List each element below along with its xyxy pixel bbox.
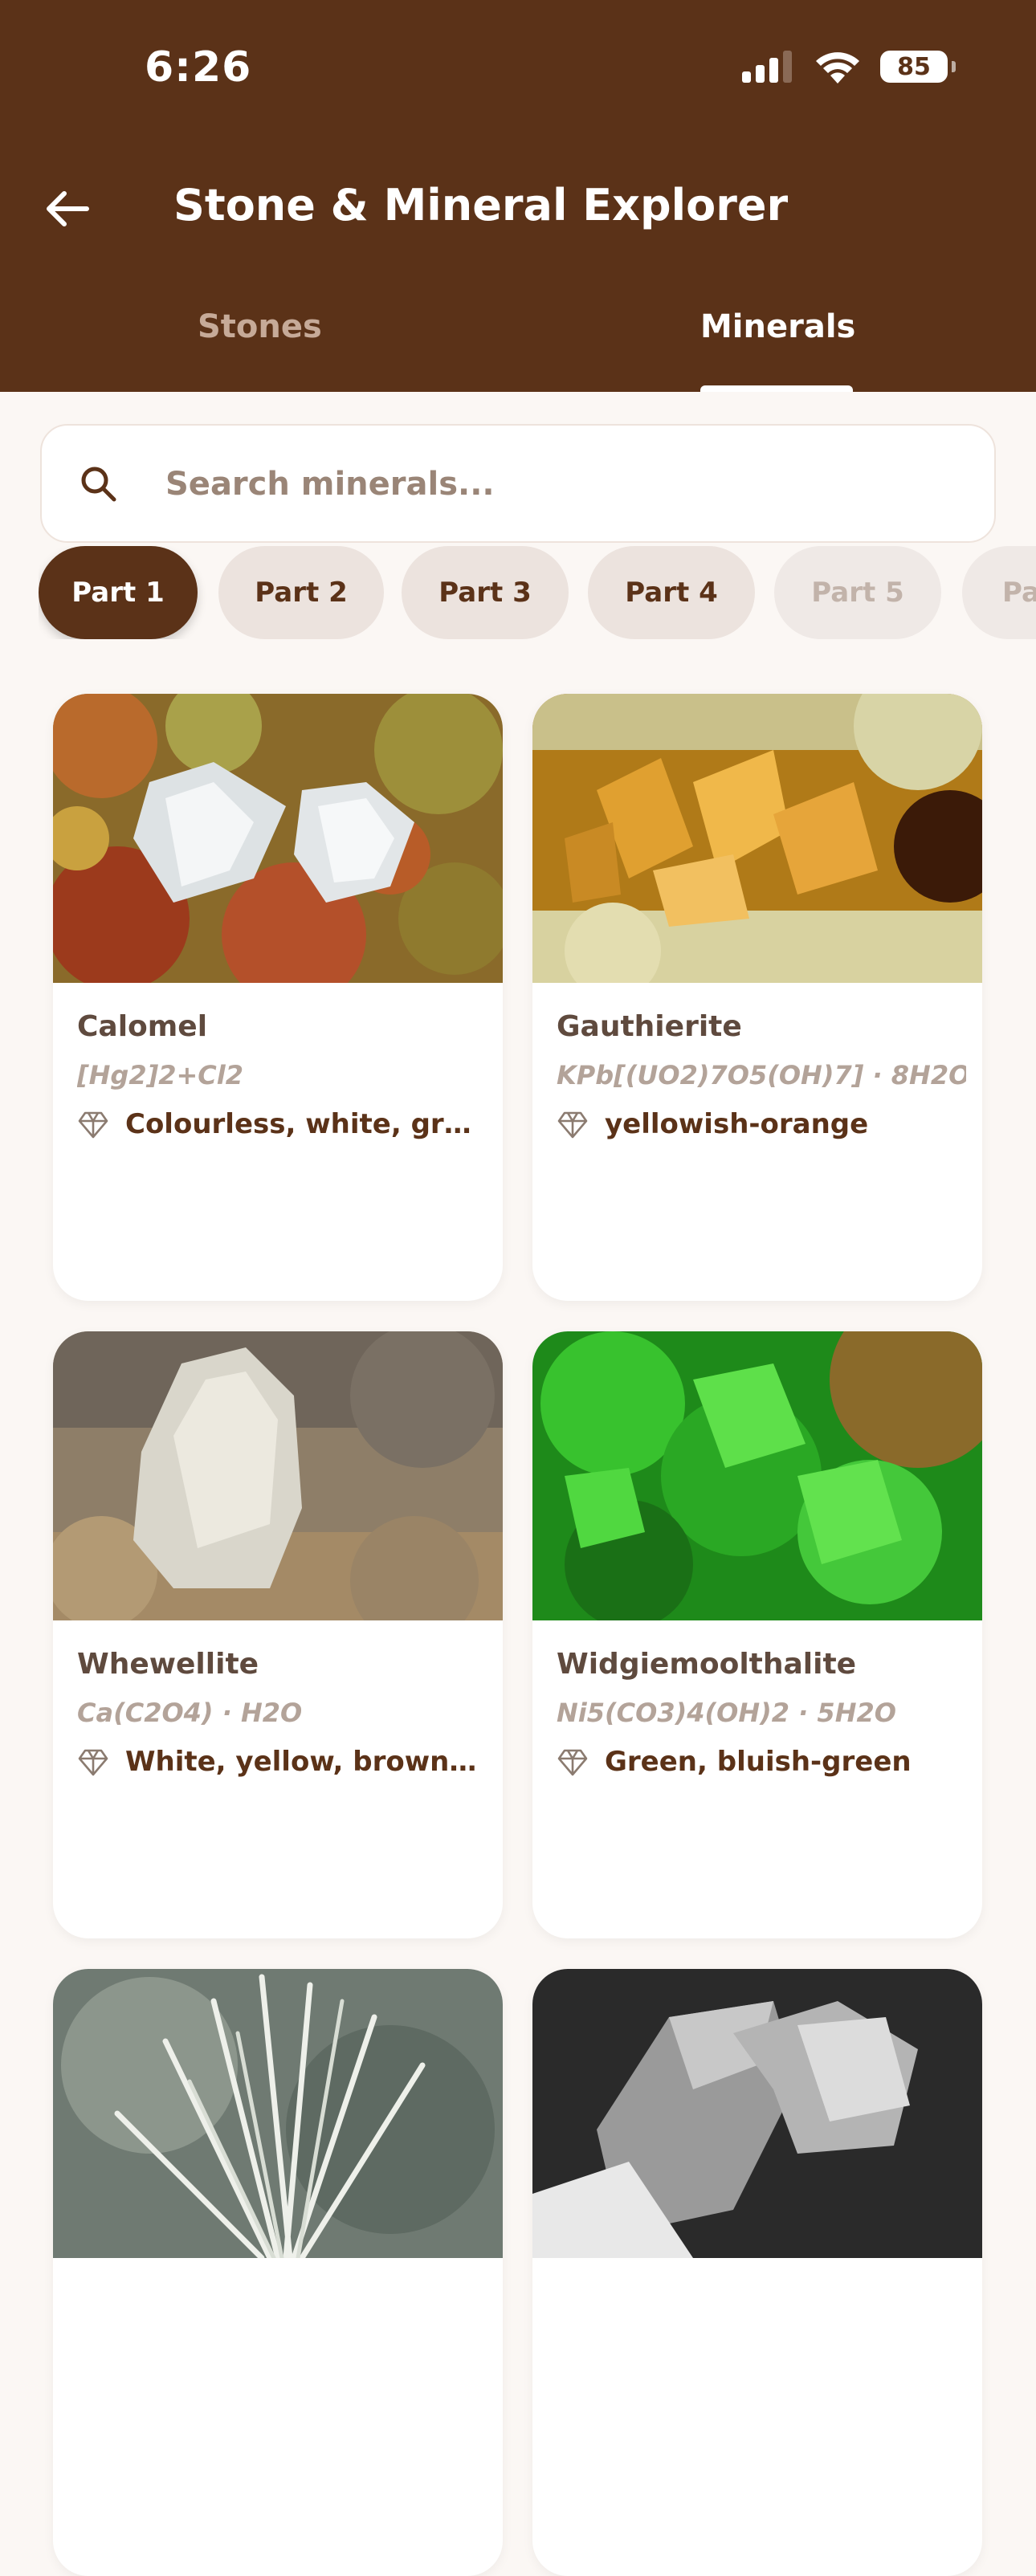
mineral-color: Green, bluish-green: [605, 1746, 912, 1778]
mineral-card-5[interactable]: [53, 1969, 503, 2576]
mineral-name: Widgiemoolthalite: [557, 1648, 857, 1681]
mineral-color-row: White, yellow, brown, c...: [77, 1746, 487, 1778]
wifi-icon: [816, 52, 859, 84]
part-filter-chips: Part 1 Part 2 Part 3 Part 4 Part 5 Pa: [39, 546, 1036, 639]
mineral-image-6: [532, 1969, 982, 2258]
gem-icon: [78, 1111, 108, 1139]
chip-part-1[interactable]: Part 1: [39, 546, 198, 639]
back-arrow-icon[interactable]: [42, 183, 93, 234]
chip-part-5[interactable]: Part 5: [774, 546, 941, 639]
mineral-name: Calomel: [77, 1010, 208, 1043]
mineral-color: Colourless, white, grayi...: [125, 1108, 487, 1140]
status-time: 6:26: [145, 43, 252, 92]
mineral-formula: Ni5(CO3)4(OH)2 · 5H2O: [557, 1698, 896, 1728]
tab-minerals[interactable]: Minerals: [700, 308, 855, 345]
mineral-card-whewellite[interactable]: Whewellite Ca(C2O4) · H2O White, yellow,…: [53, 1331, 503, 1938]
chip-part-4[interactable]: Part 4: [588, 546, 755, 639]
status-icons: 85: [742, 50, 956, 84]
app-header: 6:26 85 Stone & Mineral Explorer Stones …: [0, 0, 1036, 392]
mineral-image-widgiemoolthalite: [532, 1331, 982, 1620]
search-bar[interactable]: [40, 424, 996, 543]
mineral-image-gauthierite: [532, 694, 982, 983]
mineral-image-5: [53, 1969, 503, 2258]
mineral-image-calomel: [53, 694, 503, 983]
mineral-card-6[interactable]: [532, 1969, 982, 2576]
mineral-formula: KPb[(UO2)7O5(OH)7] · 8H2O: [557, 1060, 966, 1090]
battery-indicator: 85: [880, 51, 956, 83]
mineral-formula: [Hg2]2+Cl2: [77, 1060, 243, 1090]
mineral-image-whewellite: [53, 1331, 503, 1620]
chip-part-2[interactable]: Part 2: [218, 546, 384, 639]
mineral-formula: Ca(C2O4) · H2O: [77, 1698, 303, 1728]
mineral-color: yellowish-orange: [605, 1108, 869, 1140]
page-title: Stone & Mineral Explorer: [173, 180, 789, 230]
tab-stones[interactable]: Stones: [198, 308, 322, 345]
mineral-color: White, yellow, brown, c...: [125, 1746, 487, 1778]
mineral-name: Gauthierite: [557, 1010, 742, 1043]
active-tab-indicator: [700, 385, 853, 392]
search-input[interactable]: [164, 426, 970, 543]
mineral-card-calomel[interactable]: Calomel [Hg2]2+Cl2 Colourless, white, gr…: [53, 694, 503, 1301]
gem-icon: [557, 1749, 588, 1776]
mineral-color-row: yellowish-orange: [557, 1108, 966, 1140]
gem-icon: [557, 1111, 588, 1139]
mineral-color-row: Colourless, white, grayi...: [77, 1108, 487, 1140]
mineral-card-widgiemoolthalite[interactable]: Widgiemoolthalite Ni5(CO3)4(OH)2 · 5H2O …: [532, 1331, 982, 1938]
mineral-name: Whewellite: [77, 1648, 259, 1681]
gem-icon: [78, 1749, 108, 1776]
chip-part-3[interactable]: Part 3: [402, 546, 569, 639]
mineral-color-row: Green, bluish-green: [557, 1746, 966, 1778]
signal-icon: [742, 51, 792, 83]
chip-part-6[interactable]: Pa: [962, 546, 1036, 639]
mineral-card-gauthierite[interactable]: Gauthierite KPb[(UO2)7O5(OH)7] · 8H2O ye…: [532, 694, 982, 1301]
search-icon: [81, 467, 116, 502]
